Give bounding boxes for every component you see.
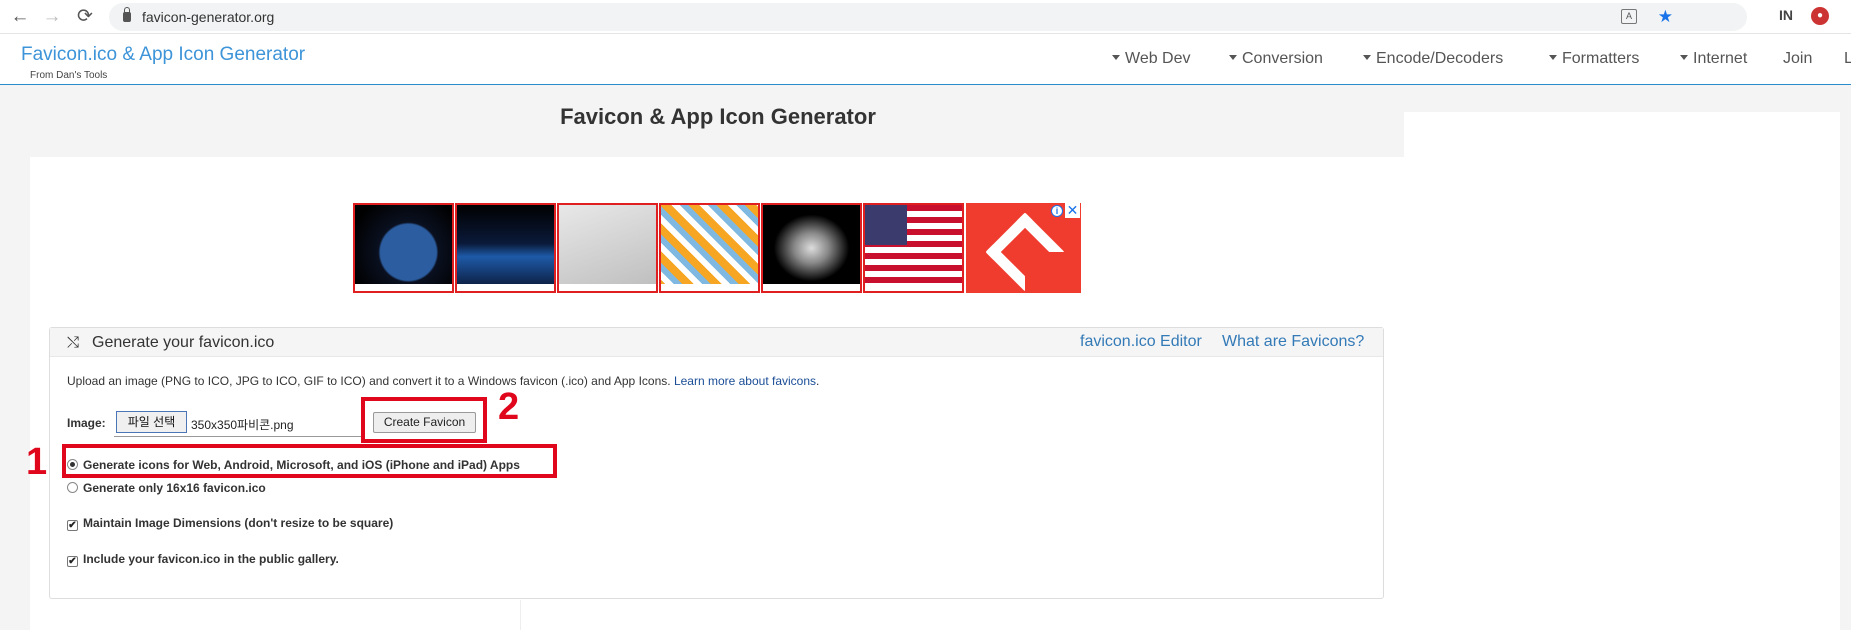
panel-title: Generate your favicon.ico [92, 334, 275, 351]
caret-down-icon [1229, 55, 1237, 60]
bookmark-star-icon[interactable]: ★ [1658, 7, 1673, 27]
reload-icon[interactable]: ⟳ [73, 5, 97, 29]
annotation-box-1 [62, 444, 557, 478]
nav-conversion[interactable]: Conversion [1229, 50, 1323, 68]
image-label: Image: [67, 416, 106, 430]
profile-extension-icon[interactable]: ● [1811, 7, 1829, 25]
radio-button[interactable] [67, 482, 78, 493]
description-text: Upload an image (PNG to ICO, JPG to ICO,… [67, 374, 671, 388]
panel-description: Upload an image (PNG to ICO, JPG to ICO,… [67, 374, 819, 388]
ad-image-earth[interactable] [353, 203, 454, 293]
checkbox-maintain-dimensions[interactable]: ✔ Maintain Image Dimensions (don't resize… [67, 516, 393, 531]
what-are-favicons-link[interactable]: What are Favicons? [1222, 333, 1364, 351]
caret-down-icon [1680, 55, 1688, 60]
radio-label: Generate only 16x16 favicon.ico [83, 481, 266, 495]
forward-icon[interactable]: → [40, 5, 64, 29]
nav-label: Encode/Decoders [1376, 50, 1504, 67]
nav-formatters[interactable]: Formatters [1549, 50, 1639, 68]
bottom-ad-slot [520, 600, 956, 630]
caret-down-icon [1112, 55, 1120, 60]
nav-label: Formatters [1562, 50, 1640, 67]
checkbox-label: Maintain Image Dimensions (don't resize … [83, 516, 394, 530]
caret-down-icon [1363, 55, 1371, 60]
ad-image-earth-night[interactable] [455, 203, 556, 293]
translate-icon[interactable]: A [1621, 9, 1637, 24]
checkbox-label: Include your favicon.ico in the public g… [83, 552, 339, 566]
page-title: Favicon & App Icon Generator [560, 104, 876, 129]
ad-caption [865, 284, 962, 291]
ad-image-us-flag[interactable] [863, 203, 964, 293]
shuffle-icon: ⤭ [67, 334, 80, 351]
nav-join[interactable]: Join [1783, 50, 1812, 68]
panel-heading: ⤭ Generate your favicon.ico favicon.ico … [50, 328, 1383, 357]
checkbox-public-gallery[interactable]: ✔ Include your favicon.ico in the public … [67, 552, 339, 567]
favicon-editor-link[interactable]: favicon.ico Editor [1080, 333, 1202, 351]
brand-subtitle: From Dan's Tools [30, 70, 108, 81]
nav-label: Conversion [1242, 50, 1323, 67]
site-header: Favicon.ico & App Icon Generator From Da… [0, 34, 1851, 85]
nav-label: Internet [1693, 50, 1748, 67]
browser-toolbar: ← → ⟳ favicon-generator.org A ★ IN ● [0, 0, 1851, 34]
caret-down-icon [1549, 55, 1557, 60]
checkbox[interactable]: ✔ [67, 520, 78, 531]
ad-caption [355, 284, 452, 291]
ad-image-smoke[interactable] [761, 203, 862, 293]
choose-file-button[interactable]: 파일 선택 [116, 411, 187, 433]
ad-close-icon[interactable]: ✕ [1065, 203, 1080, 218]
ad-caption [457, 284, 554, 291]
nav-encode-decoders[interactable]: Encode/Decoders [1363, 50, 1503, 68]
back-icon[interactable]: ← [8, 5, 32, 29]
nav-web-dev[interactable]: Web Dev [1112, 50, 1191, 68]
site-brand-link[interactable]: Favicon.ico & App Icon Generator [21, 44, 305, 66]
ad-image-world-map[interactable] [557, 203, 658, 293]
ad-caption [559, 284, 656, 291]
address-bar[interactable]: favicon-generator.org A ★ [109, 3, 1747, 31]
learn-more-link[interactable]: Learn more about favicons [674, 374, 816, 388]
annotation-number-1: 1 [26, 441, 48, 483]
description-end: . [816, 374, 820, 388]
right-sidebar [1404, 112, 1840, 630]
ad-info-icon[interactable]: i [1051, 205, 1063, 217]
checkbox[interactable]: ✔ [67, 556, 78, 567]
nav-overflow[interactable]: L [1844, 50, 1851, 68]
ad-brand-logo[interactable] [966, 203, 1081, 293]
ad-caption [661, 284, 758, 291]
annotation-box-2 [361, 397, 487, 443]
nav-label: Web Dev [1125, 50, 1191, 67]
ad-caption [763, 284, 860, 291]
ad-image-isometric-city[interactable] [659, 203, 760, 293]
extension-icon[interactable]: IN [1779, 7, 1797, 25]
annotation-number-2: 2 [498, 386, 520, 428]
radio-generate-16x16[interactable]: Generate only 16x16 favicon.ico [67, 481, 266, 495]
url-text[interactable]: favicon-generator.org [142, 9, 274, 25]
file-input-underline [114, 436, 362, 437]
selected-file-name: 350x350파비콘.png [191, 418, 294, 432]
nav-internet[interactable]: Internet [1680, 50, 1747, 68]
lock-icon[interactable] [123, 7, 131, 22]
